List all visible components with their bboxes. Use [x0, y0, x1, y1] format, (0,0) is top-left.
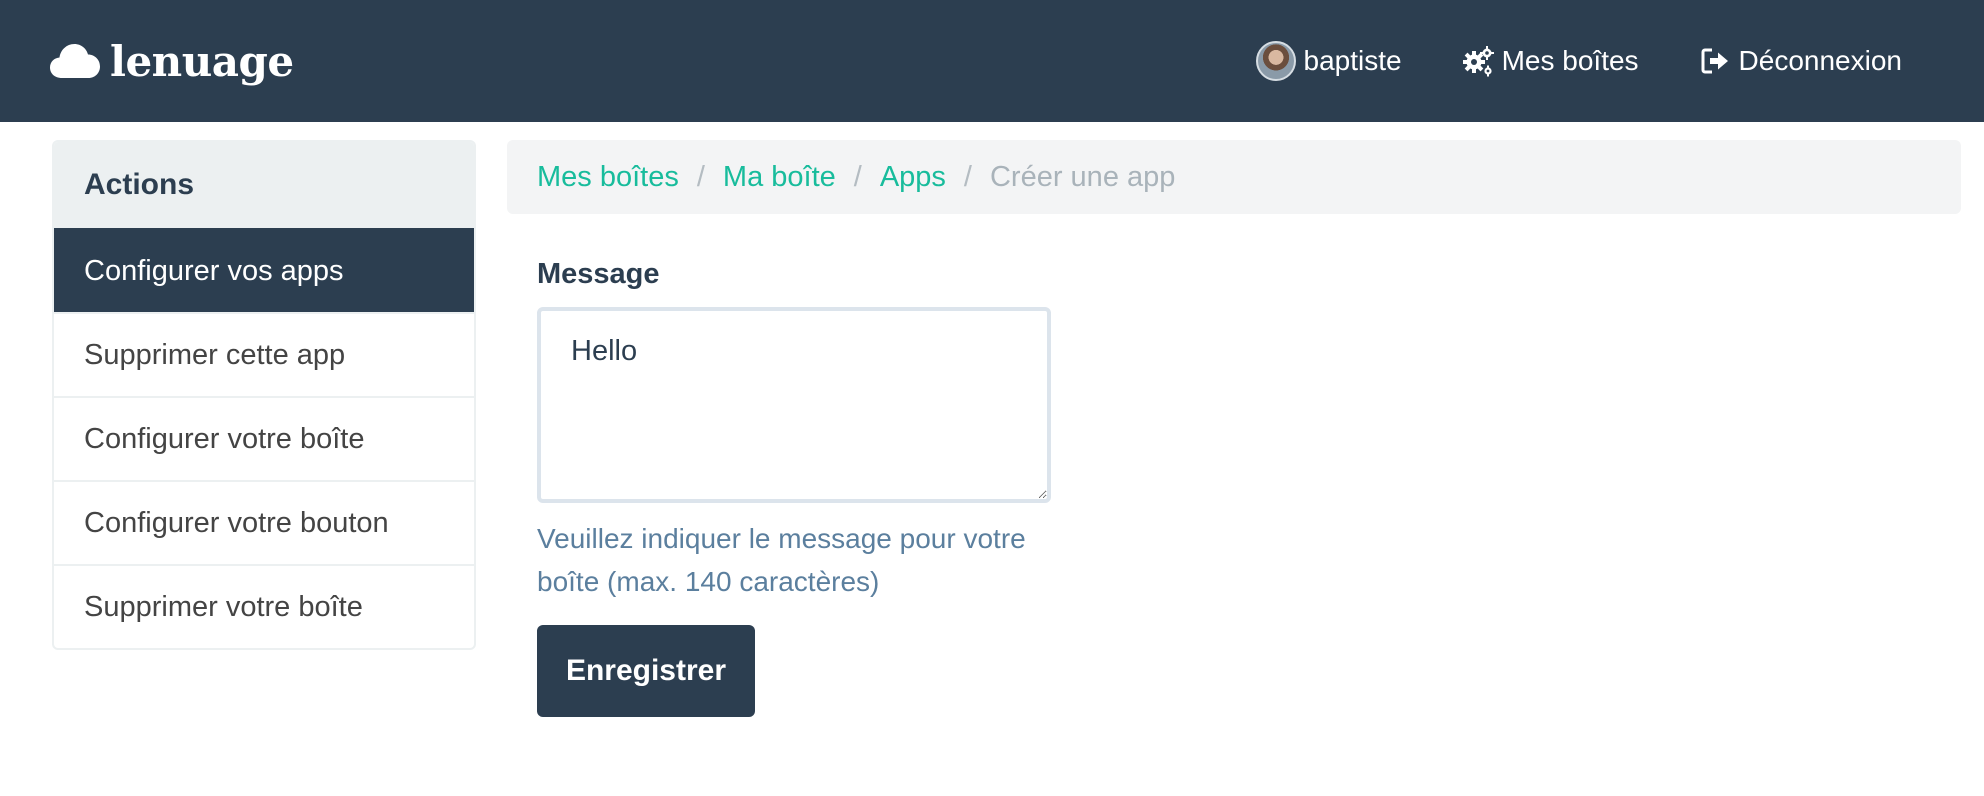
- logout-label: Déconnexion: [1738, 45, 1902, 76]
- sign-out-icon: [1701, 48, 1728, 74]
- sidebar-item-delete-app[interactable]: Supprimer cette app: [54, 312, 474, 396]
- sidebar-item-configure-apps[interactable]: Configurer vos apps: [54, 228, 474, 312]
- logout-link[interactable]: Déconnexion: [1699, 45, 1902, 77]
- message-textarea[interactable]: Hello: [537, 307, 1051, 503]
- brand-link[interactable]: lenuage: [50, 34, 294, 90]
- sidebar-item-delete-box[interactable]: Supprimer votre boîte: [54, 564, 474, 648]
- breadcrumb: Mes boîtes / Ma boîte / Apps / Créer une…: [507, 140, 1961, 214]
- cloud-icon: [50, 44, 100, 78]
- breadcrumb-my-box[interactable]: Ma boîte: [723, 161, 836, 194]
- navbar-links: baptiste Mes boîtes Déconnexion: [1255, 0, 1902, 122]
- message-help-text: Veuillez indiquer le message pour votre …: [537, 523, 1026, 597]
- breadcrumb-separator: /: [696, 160, 705, 193]
- my-boxes-link[interactable]: Mes boîtes: [1462, 45, 1639, 77]
- username: baptiste: [1303, 45, 1402, 76]
- top-navbar: lenuage baptiste Mes boîtes Déconnexion: [0, 0, 1984, 122]
- breadcrumb-apps[interactable]: Apps: [880, 161, 946, 194]
- sidebar-item-configure-box[interactable]: Configurer votre boîte: [54, 396, 474, 480]
- breadcrumb-separator: /: [963, 160, 972, 193]
- sidebar-item-configure-button[interactable]: Configurer votre bouton: [54, 480, 474, 564]
- user-profile-link[interactable]: baptiste: [1255, 41, 1402, 81]
- sidebar-heading: Actions: [54, 142, 474, 228]
- breadcrumb-separator: /: [853, 160, 862, 193]
- breadcrumb-current: Créer une app: [989, 160, 1176, 193]
- user-avatar: [1255, 41, 1296, 81]
- cogs-icon: [1462, 46, 1494, 77]
- actions-sidebar: Actions Configurer vos apps Supprimer ce…: [52, 140, 476, 650]
- breadcrumb-my-boxes[interactable]: Mes boîtes: [537, 161, 679, 194]
- brand-name: lenuage: [110, 37, 294, 86]
- create-app-form: Message Hello Veuillez indiquer le messa…: [537, 258, 1057, 717]
- my-boxes-label: Mes boîtes: [1501, 45, 1639, 76]
- save-button[interactable]: Enregistrer: [537, 625, 755, 717]
- message-label: Message: [537, 258, 660, 290]
